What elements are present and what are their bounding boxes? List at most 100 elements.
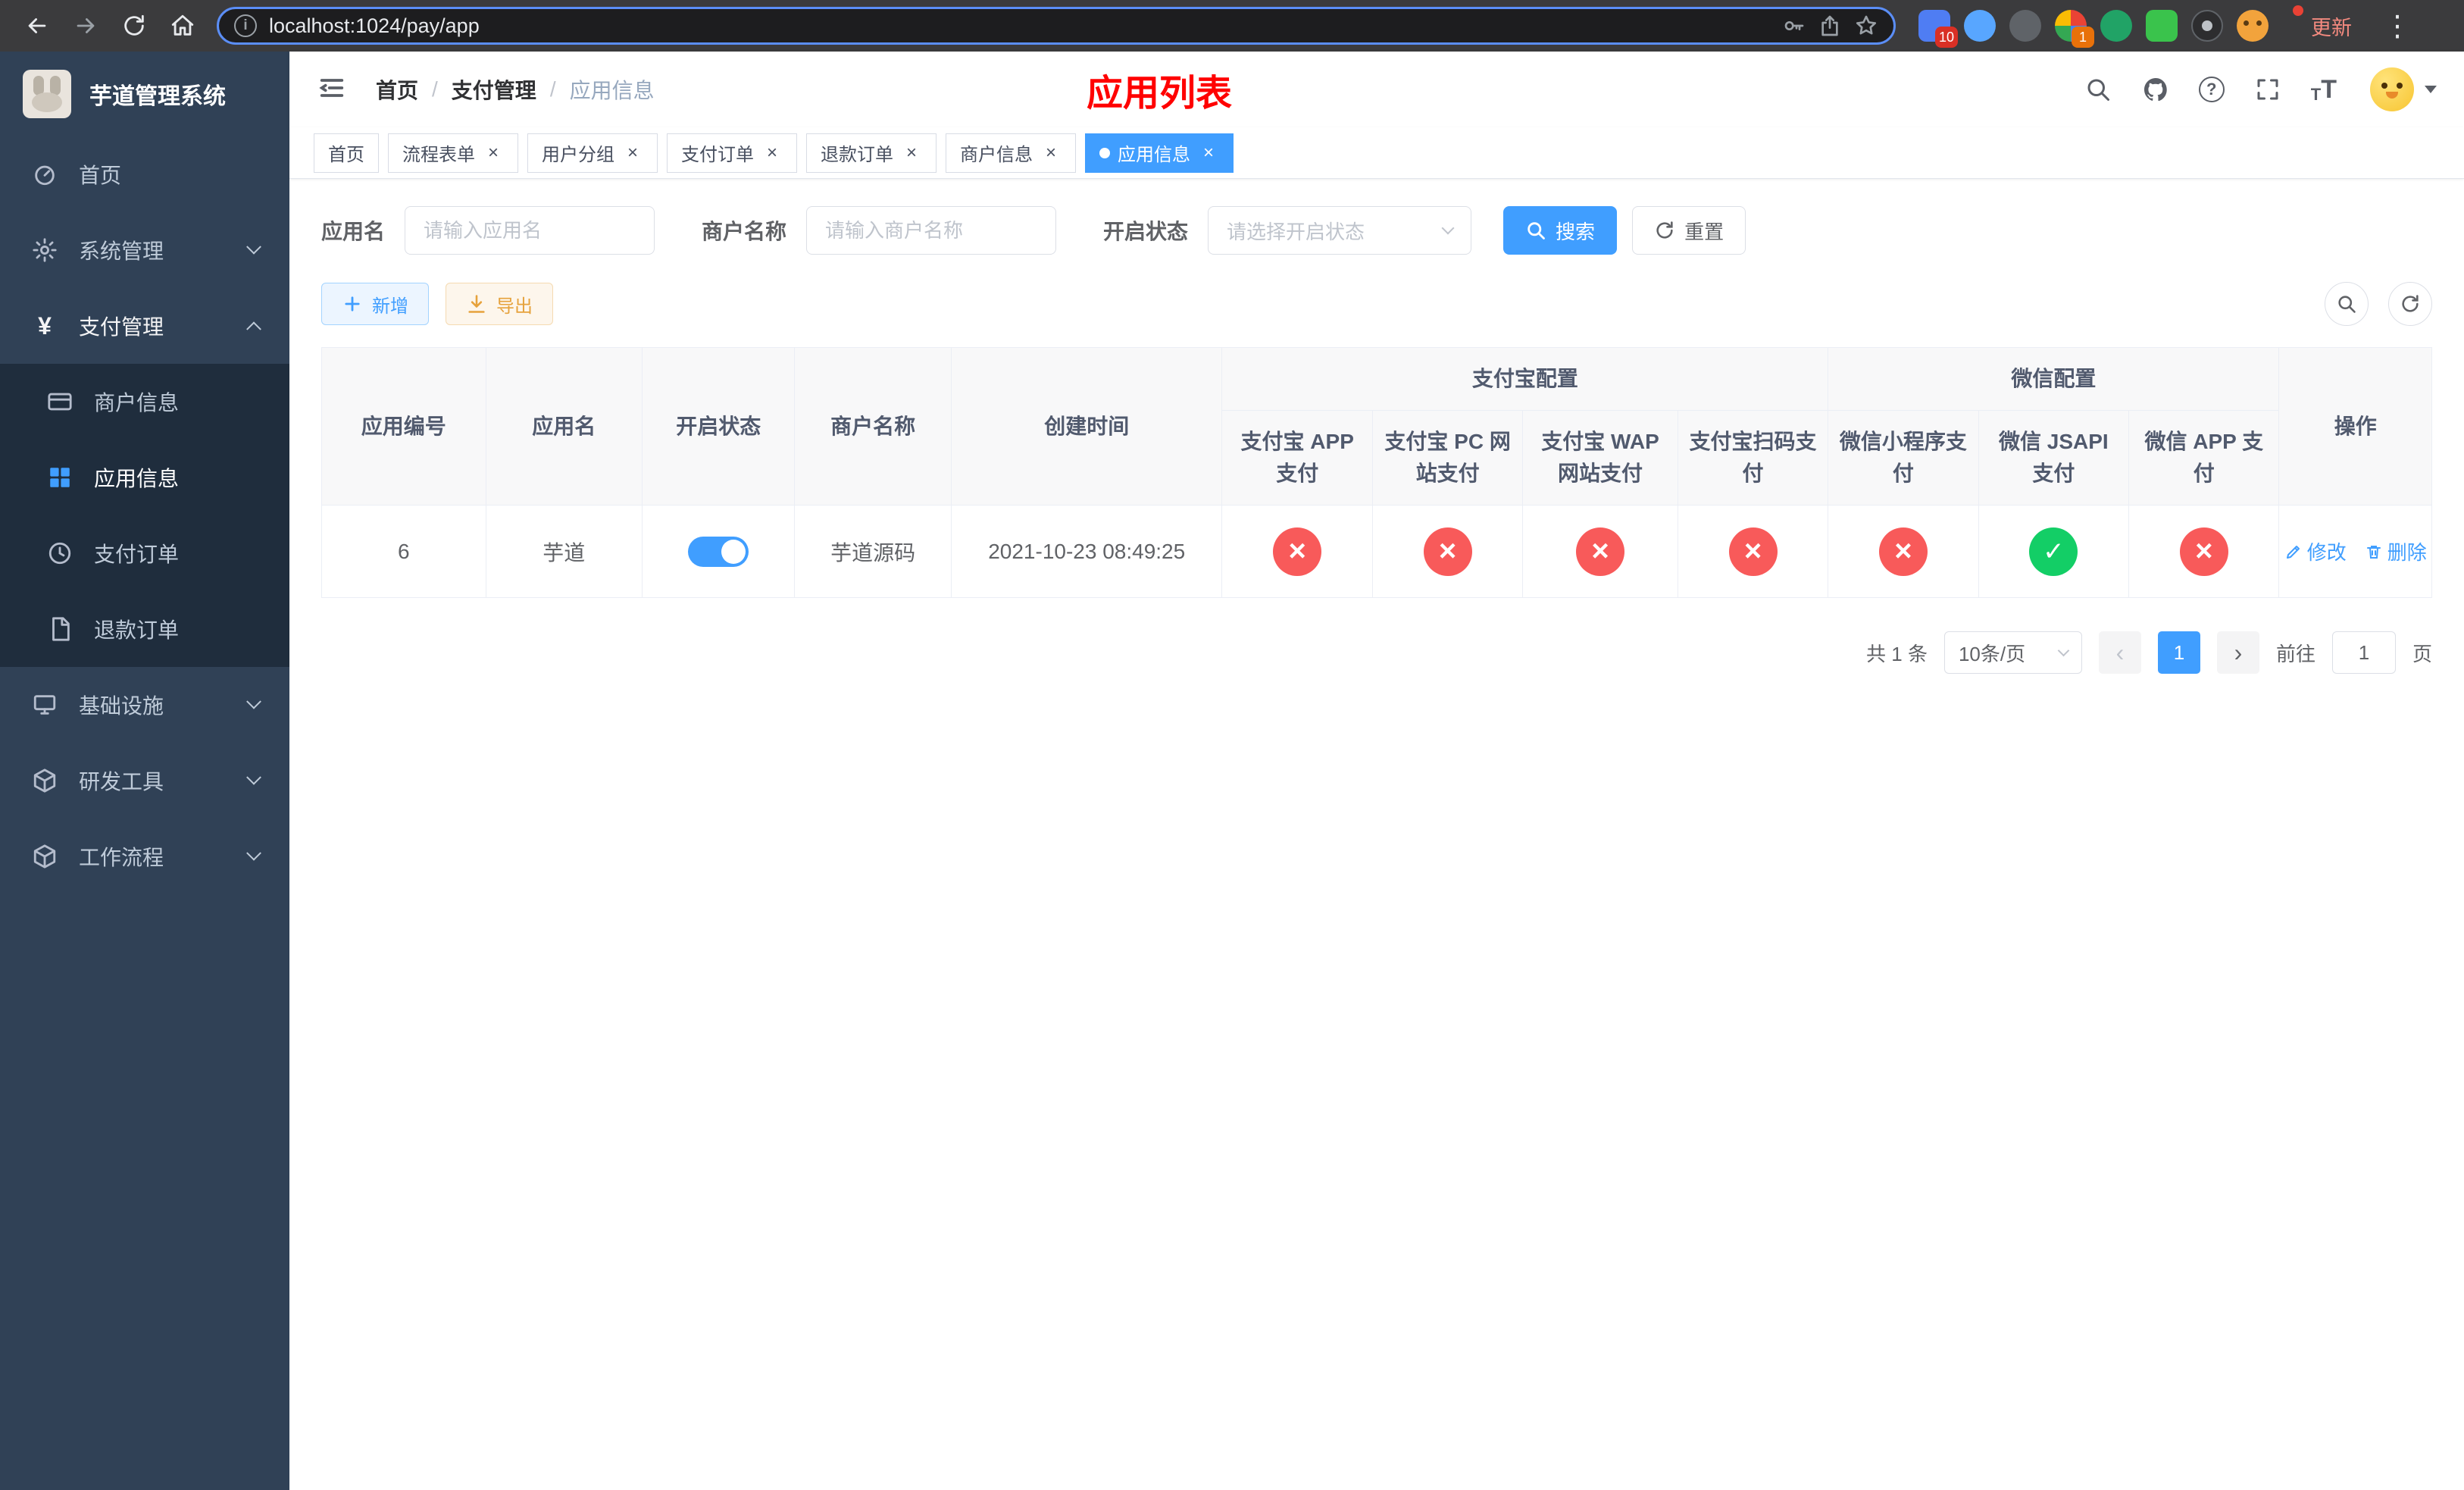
pin-extension-icon[interactable]	[2191, 10, 2223, 42]
close-icon[interactable]	[483, 142, 504, 164]
sidebar-item-workflow[interactable]: 工作流程	[0, 819, 289, 894]
close-icon[interactable]	[622, 142, 643, 164]
extension-icon[interactable]	[1964, 10, 1996, 42]
password-key-icon[interactable]	[1781, 14, 1806, 38]
sidebar-toggle-icon[interactable]	[317, 73, 350, 106]
tab-label: 退款订单	[821, 145, 893, 165]
extension-icon[interactable]	[2146, 10, 2178, 42]
tab-refund-orders[interactable]: 退款订单	[806, 133, 937, 173]
extension-icon[interactable]	[2009, 10, 2041, 42]
status-toggle[interactable]	[688, 536, 749, 567]
config-status-icon	[2179, 527, 2228, 576]
user-menu[interactable]	[2370, 67, 2437, 111]
bookmark-star-icon[interactable]	[1854, 14, 1878, 38]
fullscreen-icon[interactable]	[2253, 75, 2282, 104]
help-icon[interactable]	[2198, 77, 2225, 102]
refresh-table-button[interactable]	[2388, 282, 2432, 326]
page-size-select[interactable]: 10条/页	[1943, 631, 2082, 674]
close-icon[interactable]	[1040, 142, 1062, 164]
edit-button[interactable]: 修改	[2284, 537, 2347, 565]
site-info-icon[interactable]	[234, 14, 257, 37]
browser-home-button[interactable]	[162, 5, 203, 46]
browser-update-button[interactable]: 更新	[2293, 5, 2367, 47]
column-header: 操作	[2278, 347, 2432, 506]
table-row: 6 芋道 芋道源码 2021-10-23 08:49:25 × × × × × …	[321, 505, 2432, 598]
font-size-icon[interactable]	[2311, 75, 2337, 105]
address-bar[interactable]: localhost:1024/pay/app	[217, 7, 1896, 45]
tab-label: 流程表单	[402, 145, 475, 165]
filter-form: 应用名 商户名称 开启状态 请选择开启状态 搜索 重置	[321, 206, 2432, 255]
app-logo	[23, 70, 71, 118]
sidebar-item-pay-orders[interactable]: 支付订单	[0, 515, 289, 591]
column-header: 微信小程序支付	[1828, 410, 1979, 506]
search-button[interactable]: 搜索	[1503, 206, 1618, 255]
sidebar-item-label: 系统管理	[79, 239, 164, 263]
tab-process-form[interactable]: 流程表单	[388, 133, 518, 173]
merchant-name-input[interactable]	[806, 206, 1057, 255]
extension-icon[interactable]: 1	[2055, 10, 2094, 48]
close-icon[interactable]	[1198, 142, 1219, 164]
column-header: 商户名称	[794, 347, 952, 506]
column-header: 微信 APP 支付	[2128, 410, 2280, 506]
browser-menu-icon[interactable]	[2382, 9, 2412, 43]
close-icon[interactable]	[901, 142, 922, 164]
column-header: 应用编号	[321, 347, 486, 506]
sidebar: 芋道管理系统 首页 系统管理 支付管理 商户信息 应用信息	[0, 52, 289, 1490]
sidebar-item-label: 研发工具	[79, 770, 164, 794]
refresh-icon	[2402, 295, 2419, 312]
browser-forward-button[interactable]	[65, 5, 106, 46]
goto-suffix: 页	[2412, 642, 2432, 665]
extension-icon[interactable]	[2100, 10, 2132, 42]
tab-pay-orders[interactable]: 支付订单	[667, 133, 797, 173]
goto-prefix: 前往	[2275, 642, 2315, 665]
browser-reload-button[interactable]	[114, 5, 155, 46]
tab-home[interactable]: 首页	[314, 133, 379, 173]
add-button[interactable]: 新增	[321, 283, 429, 325]
github-icon[interactable]	[2141, 75, 2170, 104]
show-search-button[interactable]	[2325, 282, 2369, 326]
share-icon[interactable]	[1818, 14, 1842, 38]
sidebar-item-payment[interactable]: 支付管理	[0, 288, 289, 364]
breadcrumb-home[interactable]: 首页	[376, 74, 418, 105]
sidebar-item-dev-tools[interactable]: 研发工具	[0, 743, 289, 819]
reset-button[interactable]: 重置	[1632, 206, 1746, 255]
yen-icon	[30, 311, 59, 340]
status-select[interactable]: 请选择开启状态	[1208, 206, 1472, 255]
tab-app-info[interactable]: 应用信息	[1085, 133, 1234, 173]
trash-icon	[2366, 545, 2381, 559]
url-text[interactable]: localhost:1024/pay/app	[269, 14, 1769, 38]
sidebar-item-label: 首页	[79, 164, 122, 187]
breadcrumb-section[interactable]: 支付管理	[452, 74, 536, 105]
chevron-down-icon	[246, 845, 261, 861]
status-select-placeholder: 请选择开启状态	[1227, 220, 1365, 243]
avatar[interactable]	[2370, 67, 2414, 111]
sidebar-item-system[interactable]: 系统管理	[0, 212, 289, 288]
sidebar-item-infrastructure[interactable]: 基础设施	[0, 667, 289, 743]
goto-page-input[interactable]	[2331, 631, 2396, 674]
sidebar-item-label: 应用信息	[94, 467, 180, 490]
close-icon[interactable]	[761, 142, 783, 164]
sidebar-item-home[interactable]: 首页	[0, 136, 289, 212]
sidebar-item-merchant-info[interactable]: 商户信息	[0, 364, 289, 440]
page-number-button[interactable]: 1	[2157, 631, 2200, 674]
delete-button[interactable]: 删除	[2365, 537, 2427, 565]
tab-user-group[interactable]: 用户分组	[527, 133, 658, 173]
toolbar-right	[2325, 282, 2432, 326]
search-icon[interactable]	[2084, 75, 2112, 104]
prev-page-button[interactable]	[2098, 631, 2141, 674]
export-button[interactable]: 导出	[446, 283, 553, 325]
browser-back-button[interactable]	[17, 5, 58, 46]
tab-merchant-info[interactable]: 商户信息	[946, 133, 1076, 173]
extension-icon[interactable]: 10	[1918, 10, 1958, 48]
app-name-input[interactable]	[405, 206, 655, 255]
sidebar-item-refund-orders[interactable]: 退款订单	[0, 591, 289, 667]
box-icon	[30, 842, 59, 871]
cell-app-name: 芋道	[485, 505, 643, 598]
tab-label: 商户信息	[960, 145, 1033, 165]
emoji-extension-icon[interactable]	[2237, 10, 2269, 42]
row-actions: 修改 删除	[2284, 537, 2427, 565]
next-page-button[interactable]	[2216, 631, 2259, 674]
sidebar-item-app-info[interactable]: 应用信息	[0, 440, 289, 515]
config-status-icon	[1273, 527, 1322, 576]
sidebar-logo-row: 芋道管理系统	[0, 52, 289, 136]
